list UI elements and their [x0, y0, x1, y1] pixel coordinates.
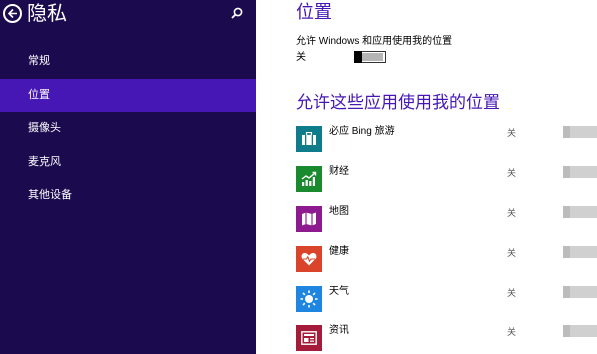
page-header-title: 隐私	[27, 3, 67, 25]
app-location-toggle[interactable]	[563, 325, 597, 337]
location-toggle[interactable]	[354, 51, 386, 63]
settings-content-pane: 位置 允许 Windows 和应用使用我的位置 关 允许这些应用使用我的位置 必…	[256, 0, 597, 354]
app-location-toggle[interactable]	[563, 246, 597, 258]
toggle-thumb	[354, 51, 362, 63]
nav-item-other-devices[interactable]: 其他设备	[0, 179, 256, 212]
app-toggle-state: 关	[507, 327, 517, 337]
app-tile	[296, 246, 322, 272]
suitcase-icon	[302, 132, 316, 145]
app-tile	[296, 325, 322, 351]
app-toggle-state: 关	[507, 248, 517, 258]
app-location-toggle[interactable]	[563, 126, 597, 138]
page-title: 位置	[296, 2, 332, 22]
apps-section-title: 允许这些应用使用我的位置	[296, 93, 500, 112]
search-button[interactable]	[230, 6, 244, 20]
nav-item-label: 摄像头	[28, 122, 61, 134]
nav-item-microphone[interactable]: 麦克风	[0, 146, 256, 179]
app-row-finance: 财经 关	[296, 166, 597, 194]
app-location-toggle[interactable]	[563, 206, 597, 218]
nav-item-camera[interactable]: 摄像头	[0, 112, 256, 145]
app-name: 天气	[329, 286, 349, 297]
toggle-thumb	[563, 166, 570, 178]
app-tile	[296, 126, 322, 152]
nav-item-label: 位置	[28, 89, 50, 101]
app-row-health: 健康 关	[296, 246, 597, 274]
app-toggle-state: 关	[507, 168, 517, 178]
app-tile	[296, 286, 322, 312]
toggle-thumb	[563, 286, 570, 298]
nav-item-label: 麦克风	[28, 156, 61, 168]
nav-item-general[interactable]: 常规	[0, 45, 256, 78]
back-arrow-icon	[7, 8, 17, 19]
search-icon	[231, 7, 243, 19]
toggle-thumb	[563, 126, 570, 138]
app-location-toggle[interactable]	[563, 286, 597, 298]
map-icon	[302, 212, 316, 226]
location-setting-label: 允许 Windows 和应用使用我的位置	[296, 36, 453, 47]
app-name: 必应 Bing 旅游	[329, 126, 395, 137]
back-button[interactable]	[3, 4, 22, 23]
location-toggle-state: 关	[296, 52, 306, 63]
toggle-fill	[362, 53, 383, 61]
app-toggle-state: 关	[507, 128, 517, 138]
app-row-weather: 天气 关	[296, 286, 597, 314]
heart-icon	[301, 253, 317, 266]
app-tile	[296, 206, 322, 232]
app-row-bing-travel: 必应 Bing 旅游 关	[296, 126, 597, 154]
sun-icon	[300, 290, 318, 308]
toggle-thumb	[563, 206, 570, 218]
app-name: 地图	[329, 206, 349, 217]
settings-nav-pane: 隐私 常规 位置 摄像头 麦克风 其他设备	[0, 0, 256, 354]
app-row-news: 资讯 关	[296, 325, 597, 353]
app-row-maps: 地图 关	[296, 206, 597, 234]
news-icon	[301, 331, 317, 345]
app-tile	[296, 166, 322, 192]
toggle-thumb	[563, 325, 570, 337]
app-name: 财经	[329, 166, 349, 177]
nav-item-label: 常规	[28, 55, 50, 67]
toggle-thumb	[563, 246, 570, 258]
app-name: 资讯	[329, 325, 349, 336]
app-location-toggle[interactable]	[563, 166, 597, 178]
app-name: 健康	[329, 246, 349, 257]
finance-chart-icon	[301, 171, 317, 186]
app-toggle-state: 关	[507, 208, 517, 218]
nav-item-location[interactable]: 位置	[0, 79, 256, 112]
app-toggle-state: 关	[507, 288, 517, 298]
nav-item-label: 其他设备	[28, 189, 72, 201]
